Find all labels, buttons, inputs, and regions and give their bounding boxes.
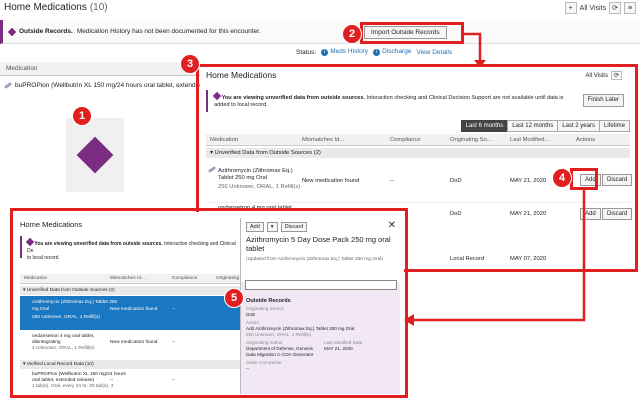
column-medication[interactable]: Medication <box>0 62 200 76</box>
outside-records-icon <box>7 27 17 36</box>
highlight-box-2 <box>360 22 464 44</box>
callout-4: 4 <box>552 168 572 188</box>
pill-icon <box>3 81 13 89</box>
callout-5: 5 <box>224 288 244 308</box>
discharge-link[interactable]: i Discharge <box>373 48 411 56</box>
callout-1: 1 <box>72 106 92 126</box>
status-label: Status: <box>296 48 317 56</box>
refresh-icon[interactable]: ⟳ <box>609 2 621 14</box>
status-bar: Status: i Meds History i Discharge View De… <box>296 48 452 56</box>
page-title: Home Medications (10) <box>4 2 108 13</box>
outside-record-indicator <box>66 118 124 192</box>
banner-bold: Outside Records. <box>19 28 73 35</box>
callout-2: 2 <box>342 24 362 44</box>
med-count: (10) <box>89 2 108 13</box>
view-details-link[interactable]: View Details <box>416 49 452 56</box>
banner-text: Medication History has not been document… <box>76 28 261 35</box>
arrow-4-to-5 <box>404 190 586 326</box>
all-visits-label[interactable]: All Visits <box>580 5 606 12</box>
callout-3: 3 <box>180 54 200 74</box>
meds-history-link[interactable]: i Meds History <box>321 48 368 56</box>
outside-records-banner: Outside Records. Medication History has … <box>0 20 640 44</box>
menu-icon[interactable]: ≡ <box>624 2 636 14</box>
add-icon[interactable]: + <box>564 2 577 14</box>
diamond-icon <box>76 136 114 174</box>
toolbar: + All Visits ⟳ ≡ <box>564 2 636 14</box>
highlight-box-5 <box>10 208 408 398</box>
med-row[interactable]: buPROPion (Wellbutrin XL 150 mg/24 hours… <box>3 81 216 89</box>
info-icon: i <box>373 49 381 56</box>
info-icon: i <box>321 49 329 56</box>
